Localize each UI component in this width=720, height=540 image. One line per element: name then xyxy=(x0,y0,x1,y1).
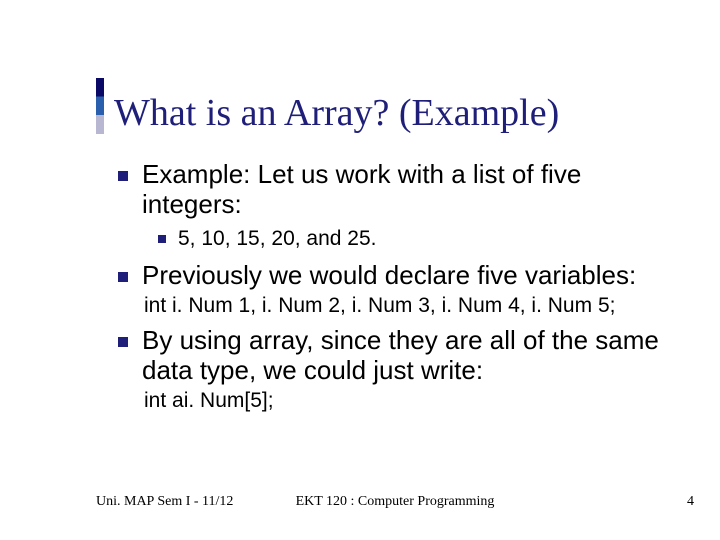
bullet-3: By using array, since they are all of th… xyxy=(118,326,660,386)
title-accent-bar xyxy=(96,78,104,134)
bullet-2: Previously we would declare five variabl… xyxy=(118,261,660,291)
bullet-3-text: By using array, since they are all of th… xyxy=(142,326,660,386)
slide-title: What is an Array? (Example) xyxy=(114,94,559,134)
bullet-2-code: int i. Num 1, i. Num 2, i. Num 3, i. Num… xyxy=(144,293,660,318)
square-bullet-icon xyxy=(158,235,166,243)
footer-center: EKT 120 : Computer Programming xyxy=(96,494,694,510)
title-area: What is an Array? (Example) xyxy=(96,78,559,134)
bullet-3-code: int ai. Num[5]; xyxy=(144,388,660,413)
slide: { "title": "What is an Array? (Example)"… xyxy=(0,0,720,540)
bullet-1-sub-text: 5, 10, 15, 20, and 25. xyxy=(178,226,377,251)
square-bullet-icon xyxy=(118,337,128,347)
footer: Uni. MAP Sem I - 11/12 EKT 120 : Compute… xyxy=(96,494,694,510)
bullet-1: Example: Let us work with a list of five… xyxy=(118,160,660,220)
bullet-2-text: Previously we would declare five variabl… xyxy=(142,261,636,291)
body-content: Example: Let us work with a list of five… xyxy=(118,160,660,421)
bullet-1-sub: 5, 10, 15, 20, and 25. xyxy=(158,226,660,251)
square-bullet-icon xyxy=(118,171,128,181)
bullet-1-text: Example: Let us work with a list of five… xyxy=(142,160,660,220)
square-bullet-icon xyxy=(118,272,128,282)
